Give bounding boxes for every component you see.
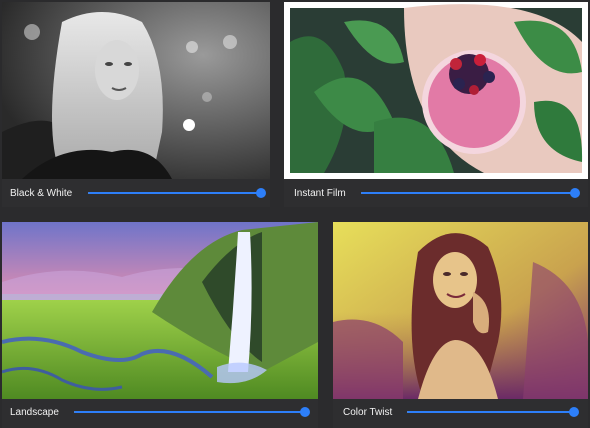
color-twist-preview-image[interactable] [333,222,588,399]
slider-thumb[interactable] [569,407,579,417]
landscape-label: Landscape [10,406,59,418]
instant-film-preview-image[interactable] [284,2,588,179]
slider-fill [361,192,575,194]
landscape-slider[interactable] [74,407,310,417]
instant-film-slider[interactable] [361,188,580,198]
black-white-preview-image[interactable] [2,2,270,179]
filter-card-landscape: Landscape [2,222,318,428]
landscape-control: Landscape [2,401,318,423]
color-twist-control: Color Twist [333,401,588,423]
black-white-control: Black & White [2,182,270,204]
slider-fill [407,411,574,413]
black-white-label: Black & White [10,187,73,199]
slider-thumb[interactable] [300,407,310,417]
landscape-preview-image[interactable] [2,222,318,399]
color-twist-label: Color Twist [343,406,393,418]
slider-fill [88,192,261,194]
black-white-slider[interactable] [88,188,266,198]
instant-film-control: Instant Film [284,182,588,204]
filter-card-instant-film: Instant Film [284,2,588,207]
slider-fill [74,411,305,413]
color-twist-slider[interactable] [407,407,579,417]
instant-film-label: Instant Film [294,187,346,199]
filter-gallery: Black & White Instant Film Landscape Col… [0,0,590,428]
filter-card-black-white: Black & White [2,2,270,207]
slider-thumb[interactable] [570,188,580,198]
slider-thumb[interactable] [256,188,266,198]
filter-card-color-twist: Color Twist [333,222,588,428]
